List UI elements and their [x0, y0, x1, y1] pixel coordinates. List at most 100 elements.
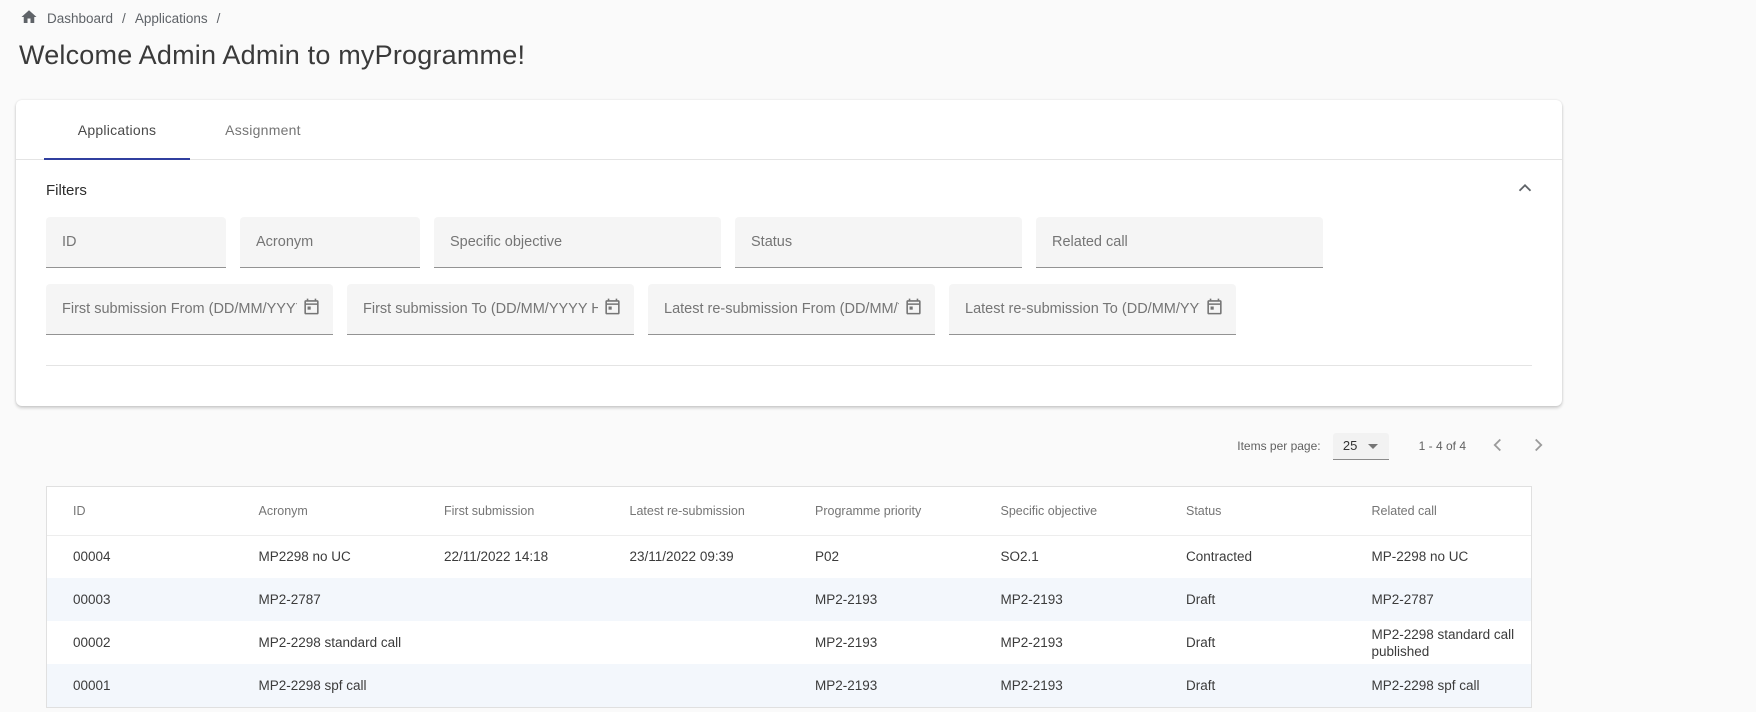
filter-field-first-submission-to	[347, 284, 634, 335]
breadcrumb-separator: /	[122, 11, 126, 26]
calendar-icon	[302, 297, 321, 321]
breadcrumb-separator: /	[217, 11, 221, 26]
page-size-select[interactable]: 25	[1333, 433, 1389, 460]
tab-bar: Applications Assignment	[16, 100, 1562, 160]
status-input[interactable]	[749, 233, 1012, 251]
cell-id: 00001	[47, 664, 233, 707]
previous-page-button[interactable]	[1478, 426, 1518, 466]
specific-objective-input[interactable]	[448, 233, 711, 251]
first-submission-to-input[interactable]	[361, 300, 600, 318]
chevron-right-icon	[1527, 434, 1549, 459]
applications-table: ID Acronym First submission Latest re-su…	[46, 486, 1532, 708]
page-title: Welcome Admin Admin to myProgramme!	[19, 40, 1562, 71]
cell-programme-priority: MP2-2193	[789, 578, 975, 621]
filter-field-specific-objective	[434, 217, 721, 268]
cell-specific-objective: MP2-2193	[975, 664, 1161, 707]
filters-section: Filters	[16, 179, 1562, 406]
items-per-page-label: Items per page:	[1237, 439, 1320, 453]
cell-programme-priority: P02	[789, 535, 975, 578]
table-row[interactable]: 00004 MP2298 no UC 22/11/2022 14:18 23/1…	[47, 535, 1531, 578]
cell-acronym: MP2298 no UC	[233, 535, 419, 578]
filter-field-status	[735, 217, 1022, 268]
page-content: Dashboard / Applications / Welcome Admin…	[16, 0, 1562, 708]
datepicker-toggle[interactable]	[600, 297, 624, 321]
column-header-specific-objective: Specific objective	[975, 487, 1161, 535]
cell-id: 00002	[47, 621, 233, 664]
breadcrumb-link-dashboard[interactable]: Dashboard	[47, 11, 113, 26]
cell-related-call: MP-2298 no UC	[1346, 535, 1532, 578]
cell-related-call: MP2-2787	[1346, 578, 1532, 621]
tab-label: Applications	[78, 122, 157, 138]
cell-specific-objective: SO2.1	[975, 535, 1161, 578]
datepicker-toggle[interactable]	[901, 297, 925, 321]
cell-first-submission: 22/11/2022 14:18	[418, 535, 604, 578]
related-call-input[interactable]	[1050, 233, 1313, 251]
filter-field-related-call	[1036, 217, 1323, 268]
filter-field-first-submission-from	[46, 284, 333, 335]
filter-field-id	[46, 217, 226, 268]
column-header-programme-priority: Programme priority	[789, 487, 975, 535]
paginator-range-label: 1 - 4 of 4	[1419, 439, 1466, 453]
chevron-up-icon	[1514, 177, 1536, 204]
column-header-acronym: Acronym	[233, 487, 419, 535]
cell-status: Draft	[1160, 664, 1346, 707]
paginator: Items per page: 25 1 - 4 of 4	[16, 426, 1562, 466]
breadcrumb-link-applications[interactable]: Applications	[135, 11, 208, 26]
cell-status: Contracted	[1160, 535, 1346, 578]
cell-latest-resubmission: 23/11/2022 09:39	[604, 535, 790, 578]
chevron-left-icon	[1487, 434, 1509, 459]
cell-latest-resubmission	[604, 664, 790, 707]
table-row[interactable]: 00001 MP2-2298 spf call MP2-2193 MP2-219…	[47, 664, 1531, 707]
cell-first-submission	[418, 578, 604, 621]
filter-field-latest-resubmission-from	[648, 284, 935, 335]
cell-latest-resubmission	[604, 621, 790, 664]
cell-specific-objective: MP2-2193	[975, 578, 1161, 621]
page-size-value: 25	[1343, 438, 1357, 453]
cell-acronym: MP2-2787	[233, 578, 419, 621]
first-submission-from-input[interactable]	[60, 300, 299, 318]
cell-latest-resubmission	[604, 578, 790, 621]
calendar-icon	[603, 297, 622, 321]
tab-label: Assignment	[225, 122, 301, 138]
cell-status: Draft	[1160, 578, 1346, 621]
table-row[interactable]: 00002 MP2-2298 standard call MP2-2193 MP…	[47, 621, 1531, 664]
cell-first-submission	[418, 664, 604, 707]
breadcrumb: Dashboard / Applications /	[16, 0, 1562, 29]
table-header-row: ID Acronym First submission Latest re-su…	[47, 487, 1531, 535]
latest-resubmission-from-input[interactable]	[662, 300, 901, 318]
collapse-filters-button[interactable]	[1512, 177, 1538, 203]
id-input[interactable]	[60, 233, 216, 251]
column-header-latest-resubmission: Latest re-submission	[604, 487, 790, 535]
cell-specific-objective: MP2-2193	[975, 621, 1161, 664]
calendar-icon	[904, 297, 923, 321]
cell-related-call: MP2-2298 spf call	[1346, 664, 1532, 707]
latest-resubmission-to-input[interactable]	[963, 300, 1202, 318]
dropdown-arrow-icon	[1368, 444, 1378, 449]
filters-title: Filters	[46, 182, 87, 199]
column-header-status: Status	[1160, 487, 1346, 535]
cell-related-call: MP2-2298 standard call published	[1346, 621, 1532, 664]
datepicker-toggle[interactable]	[299, 297, 323, 321]
cell-status: Draft	[1160, 621, 1346, 664]
next-page-button[interactable]	[1518, 426, 1558, 466]
filters-header: Filters	[46, 179, 1532, 201]
filter-field-latest-resubmission-to	[949, 284, 1236, 335]
tab-assignment[interactable]: Assignment	[190, 100, 336, 159]
cell-id: 00004	[47, 535, 233, 578]
cell-acronym: MP2-2298 standard call	[233, 621, 419, 664]
cell-id: 00003	[47, 578, 233, 621]
active-tab-underline	[44, 158, 190, 160]
tab-applications[interactable]: Applications	[44, 100, 190, 159]
home-icon[interactable]	[20, 8, 38, 29]
filter-row-dates	[46, 284, 1532, 335]
filter-row-text	[46, 217, 1532, 268]
filters-card: Applications Assignment Filters	[16, 100, 1562, 406]
card-bottom-space	[46, 366, 1532, 406]
table-row[interactable]: 00003 MP2-2787 MP2-2193 MP2-2193 Draft M…	[47, 578, 1531, 621]
column-header-id: ID	[47, 487, 233, 535]
acronym-input[interactable]	[254, 233, 410, 251]
cell-first-submission	[418, 621, 604, 664]
column-header-related-call: Related call	[1346, 487, 1532, 535]
datepicker-toggle[interactable]	[1202, 297, 1226, 321]
calendar-icon	[1205, 297, 1224, 321]
